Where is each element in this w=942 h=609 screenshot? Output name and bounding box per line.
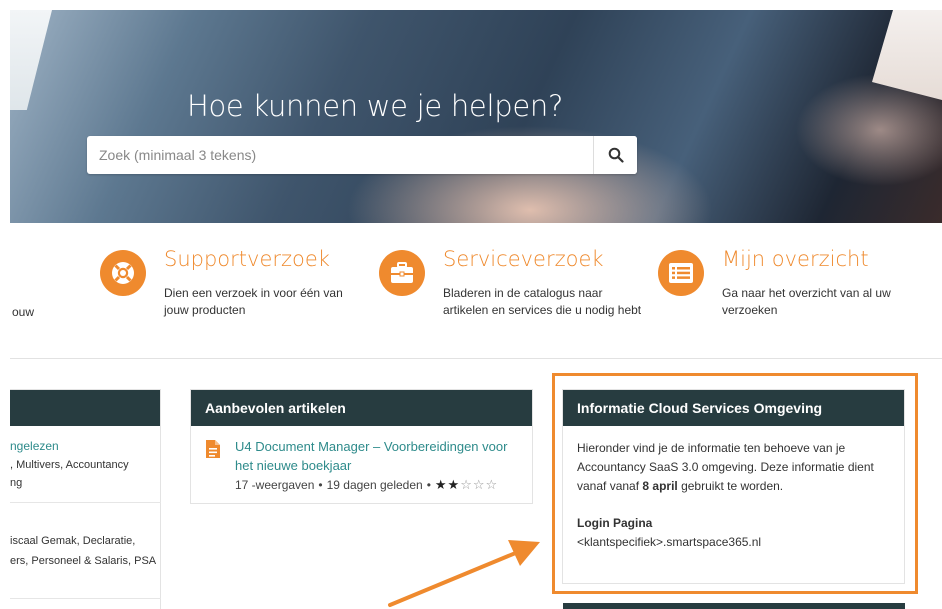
login-label: Login Pagina [577, 516, 653, 530]
info-date: 8 april [642, 479, 678, 493]
search-input[interactable] [87, 136, 593, 174]
tile-description: Bladeren in de catalogus naar artikelen … [443, 286, 642, 317]
next-panel-header [563, 603, 905, 609]
info-text-part: gebruikt te worden. [677, 479, 784, 493]
search-box [87, 136, 637, 174]
login-url: <klantspecifiek>.smartspace365.nl [577, 535, 762, 549]
section-divider [10, 358, 942, 359]
annotation-arrow [388, 540, 540, 607]
briefcase-icon [379, 250, 425, 296]
article-age: 19 dagen geleden [326, 478, 423, 492]
list-icon [658, 250, 704, 296]
tile-title: Supportverzoek [164, 247, 330, 271]
left-panel-header [10, 390, 160, 426]
article-views: 17 -weergaven [235, 478, 315, 492]
hero-background-shape [10, 10, 52, 110]
info-cloud-services-panel: Informatie Cloud Services Omgeving Hiero… [562, 389, 905, 584]
left-panel-text: ng [10, 477, 23, 489]
article-link[interactable]: U4 Document Manager – Voorbereidingen vo… [235, 437, 525, 475]
lifebuoy-icon [100, 250, 146, 296]
tile-description-fragment: ouw [12, 305, 35, 319]
hero-title: Hoe kunnen we je helpen? [186, 89, 564, 123]
left-panel-separator [10, 502, 161, 503]
left-panel-text: iscaal Gemak, Declaratie, [10, 535, 136, 547]
left-panel: ngelezen , Multivers, Accountancy ng isc… [10, 389, 161, 609]
tile-description: Ga naar het overzicht van al uw verzoeke… [722, 286, 891, 317]
star-empty-icon: ☆ [460, 477, 472, 492]
search-button[interactable] [593, 136, 637, 174]
star-filled-icon: ★ [447, 477, 460, 492]
left-panel-separator [10, 598, 161, 599]
star-filled-icon: ★ [434, 477, 447, 492]
left-panel-text: , Multivers, Accountancy [10, 459, 129, 471]
recommended-articles-header: Aanbevolen artikelen [191, 390, 532, 426]
left-panel-link[interactable]: ngelezen [10, 438, 59, 455]
star-empty-icon: ☆ [472, 477, 485, 492]
star-empty-icon: ☆ [485, 477, 498, 492]
info-text: Hieronder vind je de informatie ten beho… [577, 439, 890, 496]
tile-title: Mijn overzicht [722, 247, 869, 271]
tile-description: Dien een verzoek in voor één van jouw pr… [164, 286, 343, 317]
hero-background-shape [872, 10, 942, 100]
recommended-articles-panel: Aanbevolen artikelen U4 Document Manager… [190, 389, 533, 504]
star-rating: ★ ★ ☆ ☆ ☆ [435, 477, 497, 493]
meta-separator: • [318, 478, 323, 492]
tile-title: Serviceverzoek [443, 247, 604, 271]
article-meta: 17 -weergaven • 19 dagen geleden • ★ ★ ☆ ☆ ☆ [235, 477, 497, 493]
search-icon [608, 147, 624, 163]
left-panel-text: ers, Personeel & Salaris, PSA [10, 555, 157, 567]
hero-banner: Hoe kunnen we je helpen? [10, 10, 942, 223]
info-panel-header: Informatie Cloud Services Omgeving [563, 390, 904, 426]
document-icon [206, 440, 220, 458]
meta-separator: • [426, 478, 431, 492]
info-panel-body: Hieronder vind je de informatie ten beho… [563, 426, 904, 565]
